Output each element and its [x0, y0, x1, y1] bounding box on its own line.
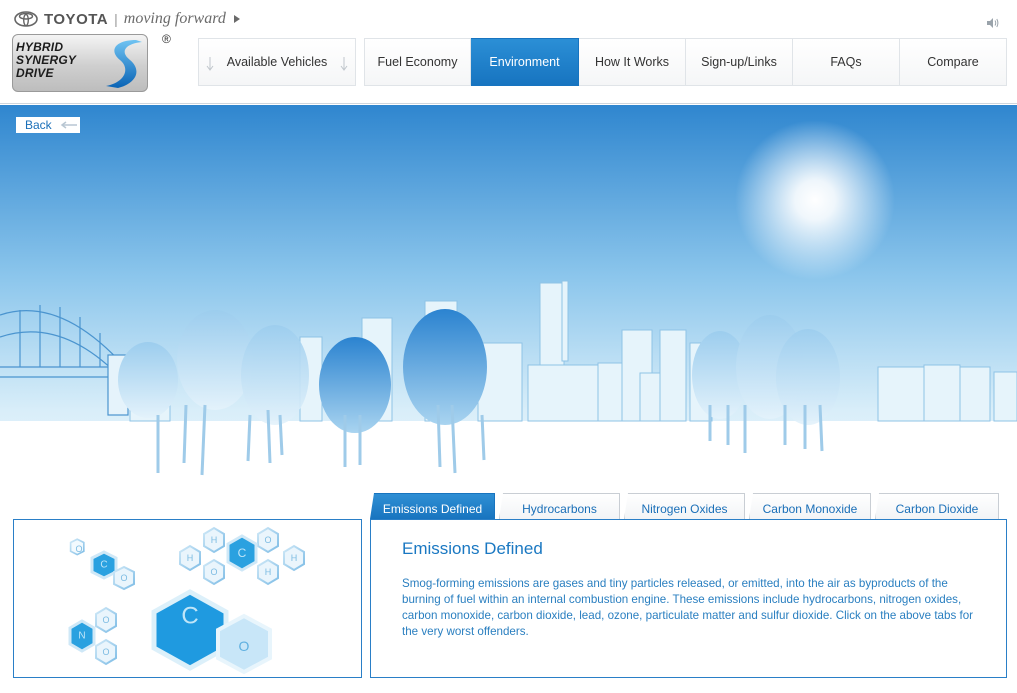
atom-label: H — [211, 535, 218, 545]
sun — [735, 120, 895, 280]
tab-label: Carbon Dioxide — [895, 502, 979, 516]
nav-tab-fuel-economy[interactable]: Fuel Economy — [364, 38, 471, 86]
nav-tab-label: Environment — [489, 55, 560, 69]
molecule-hex: H — [283, 544, 305, 572]
nav-tab-label: How It Works — [594, 55, 670, 69]
back-button-label: Back — [25, 118, 52, 132]
sound-icon[interactable] — [986, 17, 1000, 29]
logo-line-3: DRIVE — [16, 66, 54, 80]
molecule-hex: C — [226, 534, 258, 572]
atom-label: O — [75, 544, 82, 554]
atom-label: C — [238, 546, 247, 560]
nav-tab-sign-up-links[interactable]: Sign-up/Links — [686, 38, 793, 86]
tab-label: Emissions Defined — [382, 502, 483, 516]
nav-tab-how-it-works[interactable]: How It Works — [579, 38, 686, 86]
emissions-info-panel: Emissions Defined Smog-forming emissions… — [370, 519, 1007, 678]
emissions-tabs: Emissions Defined Hydrocarbons Nitrogen … — [370, 493, 1003, 519]
site-header: TOYOTA | moving forward HYBRID SYNERGY D… — [0, 0, 1017, 104]
city-skyline-illustration — [0, 105, 1017, 488]
molecule-hex: O — [257, 526, 279, 554]
molecule-hex: C — [151, 589, 229, 671]
tab-nitrogen-oxides[interactable]: Nitrogen Oxides — [624, 493, 745, 519]
tab-label: Hydrocarbons — [522, 502, 597, 516]
atom-label: H — [265, 567, 272, 577]
molecule-hex: C — [90, 550, 118, 580]
atom-label: H — [187, 553, 194, 563]
city-scene — [0, 105, 1017, 488]
tagline-arrow-icon — [233, 15, 240, 23]
tab-emissions-defined[interactable]: Emissions Defined — [370, 493, 495, 519]
nav-tab-label: FAQs — [830, 55, 862, 69]
brand-row: TOYOTA | moving forward — [14, 10, 240, 28]
nav-tab-label: Compare — [927, 55, 979, 69]
atom-label: C — [100, 560, 107, 571]
molecule-hex: H — [179, 544, 201, 572]
molecule-hex: O — [113, 565, 135, 591]
logo-line-2: SYNERGY — [16, 53, 77, 67]
dropdown-arrow-icon — [206, 57, 214, 71]
nav-tab-faqs[interactable]: FAQs — [793, 38, 900, 86]
tab-carbon-dioxide[interactable]: Carbon Dioxide — [875, 493, 999, 519]
nav-tab-compare[interactable]: Compare — [900, 38, 1007, 86]
hybrid-synergy-drive-logo[interactable]: HYBRID SYNERGY DRIVE ® — [12, 32, 171, 92]
info-panel-title: Emissions Defined — [402, 539, 543, 558]
back-arrow-icon — [60, 121, 77, 129]
toyota-wordmark[interactable]: TOYOTA — [44, 11, 108, 28]
nav-tab-environment[interactable]: Environment — [471, 38, 579, 86]
nav-gap — [356, 38, 364, 86]
molecule-hex: O — [95, 638, 117, 666]
atom-label: O — [264, 535, 271, 545]
brand-separator: | — [114, 11, 118, 27]
molecule-hex: O — [216, 613, 272, 675]
info-panel-body: Smog-forming emissions are gases and tin… — [402, 577, 974, 638]
logo-line-1: HYBRID — [16, 40, 64, 54]
molecule-hex: O — [69, 538, 85, 556]
tab-label: Nitrogen Oxides — [641, 502, 728, 516]
nav-tab-label: Fuel Economy — [377, 55, 458, 69]
tab-hydrocarbons[interactable]: Hydrocarbons — [499, 493, 620, 519]
hsd-swoosh-icon — [106, 40, 142, 88]
molecule-hex: N — [68, 619, 96, 653]
nav-tab-available-vehicles[interactable]: Available Vehicles — [198, 38, 356, 86]
registered-mark: ® — [162, 32, 171, 46]
nav-tab-label: Sign-up/Links — [701, 55, 777, 69]
dropdown-arrow-icon — [340, 57, 348, 71]
tab-carbon-monoxide[interactable]: Carbon Monoxide — [749, 493, 871, 519]
molecule-illustration-panel: O C O H O H C H O H C O O N O — [13, 519, 362, 678]
atom-label: C — [181, 603, 198, 630]
toyota-emblem-icon[interactable] — [14, 11, 38, 27]
atom-label: H — [291, 553, 298, 563]
molecule-hex: O — [95, 606, 117, 634]
atom-label: O — [120, 573, 127, 583]
atom-label: O — [102, 647, 109, 657]
molecule-hex: O — [203, 558, 225, 586]
main-nav: Available Vehicles Fuel Economy Environm… — [198, 38, 1007, 86]
tagline[interactable]: moving forward — [124, 10, 226, 28]
molecule-hexagons: O C O H O H C H O H C O O N O — [68, 526, 305, 675]
atom-label: N — [78, 631, 85, 642]
nav-tab-label: Available Vehicles — [226, 55, 328, 69]
back-button[interactable]: Back — [16, 117, 80, 133]
atom-label: O — [102, 615, 109, 625]
tab-label: Carbon Monoxide — [762, 502, 858, 516]
molecule-hex: H — [257, 558, 279, 586]
atom-label: O — [239, 638, 250, 654]
molecule-hex: H — [203, 526, 225, 554]
atom-label: O — [210, 567, 217, 577]
